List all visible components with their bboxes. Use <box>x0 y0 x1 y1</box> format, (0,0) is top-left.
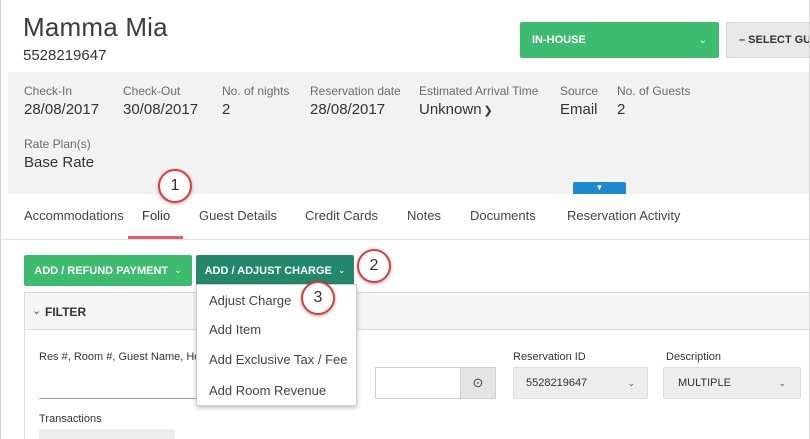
reservation-id-select[interactable]: 5528219647 ⌄ <box>513 367 648 399</box>
add-refund-payment-label: ADD / REFUND PAYMENT <box>34 264 169 277</box>
guests-value: 2 <box>617 101 626 118</box>
transactions-label: Transactions <box>39 413 102 425</box>
reservation-info-panel: Check-In 28/08/2017 Check-Out 30/08/2017… <box>8 72 809 194</box>
rate-plan-info: Rate Plan(s) Base Rate <box>24 137 94 171</box>
tab-documents[interactable]: Documents <box>470 208 536 223</box>
chevron-down-icon: ⌄ <box>627 377 635 388</box>
expand-details-toggle[interactable]: ▼ <box>573 182 626 194</box>
menu-item-adjust-charge[interactable]: Adjust Charge <box>209 293 291 308</box>
chevron-down-icon: ⌄ <box>778 377 786 388</box>
checkin-info: Check-In 28/08/2017 <box>24 84 99 118</box>
chevron-down-icon: ⌄ <box>337 265 346 275</box>
eta-info: Estimated Arrival Time Unknown ❯ <box>419 84 538 118</box>
tab-reservation-activity[interactable]: Reservation Activity <box>567 208 680 223</box>
eta-label: Estimated Arrival Time <box>419 84 539 98</box>
callout-marker-3: 3 <box>301 281 335 315</box>
reservation-date-info: Reservation date 28/08/2017 <box>310 84 401 118</box>
source-info: Source Email <box>560 84 598 118</box>
caret-down-icon: ▼ <box>595 183 604 192</box>
add-refund-payment-button[interactable]: ADD / REFUND PAYMENT ⌄ <box>24 255 192 286</box>
tab-folio[interactable]: Folio <box>142 208 170 223</box>
checkin-value: 28/08/2017 <box>24 101 100 118</box>
tab-notes[interactable]: Notes <box>407 208 441 223</box>
guests-info: No. of Guests 2 <box>617 84 690 118</box>
guest-name-title: Mamma Mia <box>23 12 168 42</box>
search-input[interactable] <box>39 398 199 399</box>
chevron-down-icon: ⌄ <box>174 265 182 275</box>
description-label: Description <box>666 351 722 363</box>
chevron-down-icon: ⌄ <box>32 305 42 317</box>
menu-item-add-exclusive-tax-fee[interactable]: Add Exclusive Tax / Fee <box>209 352 348 367</box>
add-adjust-charge-label: ADD / ADJUST CHARGE <box>204 264 332 277</box>
source-label: Source <box>560 84 599 98</box>
nights-value: 2 <box>222 101 231 118</box>
eta-value: Unknown <box>419 101 482 118</box>
reservation-id-value: 5528219647 <box>526 377 588 389</box>
guest-select-dropdown[interactable]: – SELECT GU <box>726 22 810 58</box>
nights-info: No. of nights 2 <box>222 84 289 118</box>
filter-header[interactable]: ⌄ FILTER <box>25 293 809 330</box>
reservation-date-value: 28/08/2017 <box>310 101 386 118</box>
filter-panel: ⌄ FILTER <box>24 292 809 439</box>
reservation-tabs: Accommodations Folio Guest Details Credi… <box>1 196 809 240</box>
chevron-down-icon: ❯ <box>483 105 493 117</box>
checkout-value: 30/08/2017 <box>123 101 199 118</box>
description-select[interactable]: MULTIPLE ⌄ <box>663 367 801 399</box>
guests-label: No. of Guests <box>617 84 691 98</box>
date-input[interactable] <box>375 367 461 399</box>
guest-select-label: – SELECT GU <box>739 34 810 46</box>
rate-plan-label: Rate Plan(s) <box>24 137 91 151</box>
nights-label: No. of nights <box>222 84 290 98</box>
source-value: Email <box>560 101 598 118</box>
tab-accommodations[interactable]: Accommodations <box>24 208 124 223</box>
add-adjust-charge-button[interactable]: ADD / ADJUST CHARGE ⌄ <box>196 255 354 286</box>
callout-marker-2: 2 <box>357 249 391 283</box>
filter-title: FILTER <box>45 305 87 319</box>
eta-dropdown[interactable]: Unknown ❯ <box>419 101 538 118</box>
reservation-id-label: Reservation ID <box>513 351 586 363</box>
status-label: IN-HOUSE <box>532 34 586 46</box>
search-field-label: Res #, Room #, Guest Name, Ho <box>39 351 201 363</box>
callout-marker-1: 1 <box>158 169 192 203</box>
clock-icon: ⊙ <box>472 375 484 390</box>
transactions-select[interactable] <box>39 429 175 439</box>
chevron-down-icon: ⌄ <box>698 34 707 46</box>
checkin-label: Check-In <box>24 84 73 98</box>
checkout-info: Check-Out 30/08/2017 <box>123 84 198 118</box>
reservation-number: 5528219647 <box>23 47 107 64</box>
reservation-page: Mamma Mia 5528219647 IN-HOUSE ⌄ – SELECT… <box>0 0 810 439</box>
checkout-label: Check-Out <box>123 84 181 98</box>
tab-credit-cards[interactable]: Credit Cards <box>305 208 378 223</box>
rate-plan-value: Base Rate <box>24 154 95 171</box>
tab-guest-details[interactable]: Guest Details <box>199 208 277 223</box>
clock-icon-button[interactable]: ⊙ <box>460 367 496 399</box>
menu-item-add-item[interactable]: Add Item <box>209 322 261 337</box>
reservation-date-label: Reservation date <box>310 84 401 98</box>
status-dropdown[interactable]: IN-HOUSE ⌄ <box>520 22 719 58</box>
description-value: MULTIPLE <box>678 377 731 389</box>
menu-item-add-room-revenue[interactable]: Add Room Revenue <box>209 383 326 398</box>
active-tab-indicator <box>128 236 183 239</box>
